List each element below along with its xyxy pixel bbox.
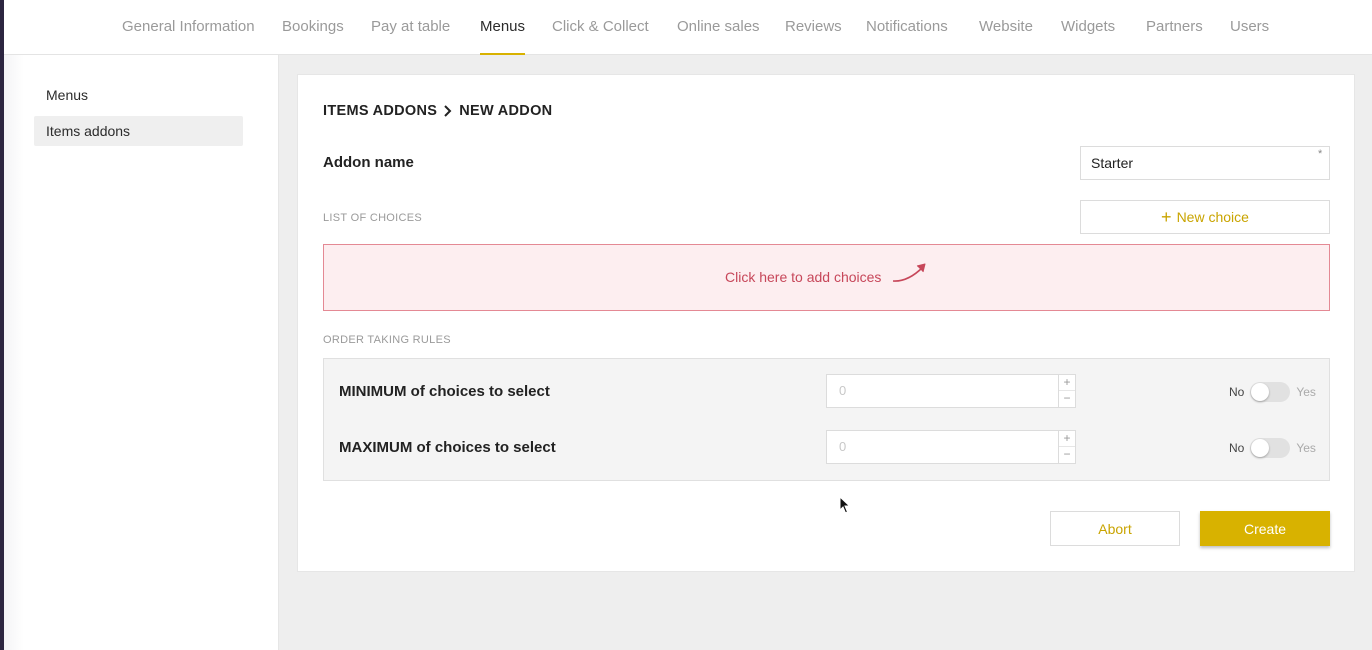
- toggle-knob: [1251, 383, 1270, 401]
- add-choices-hint: Click here to add choices: [725, 269, 882, 285]
- min-choices-value: 0: [839, 383, 847, 398]
- plus-icon[interactable]: +: [1059, 375, 1075, 391]
- min-choices-toggle-group: No Yes: [1229, 382, 1316, 402]
- sidebar: Menus Items addons: [24, 55, 279, 650]
- max-choices-toggle-group: No Yes: [1229, 438, 1316, 458]
- new-choice-button[interactable]: + New choice: [1080, 200, 1330, 234]
- tab-menus[interactable]: Menus: [480, 0, 526, 55]
- list-of-choices-title: LIST OF CHOICES: [323, 212, 423, 224]
- toggle-knob: [1251, 439, 1270, 457]
- breadcrumb-current: NEW ADDON: [459, 103, 553, 119]
- plus-icon[interactable]: +: [1059, 431, 1075, 447]
- tab-general-information[interactable]: General Information: [122, 0, 255, 55]
- breadcrumb-parent[interactable]: ITEMS ADDONS: [323, 103, 437, 119]
- tab-online-sales[interactable]: Online sales: [677, 0, 760, 55]
- plus-icon: +: [1161, 207, 1172, 227]
- curved-arrow-icon: [892, 263, 926, 282]
- tab-reviews[interactable]: Reviews: [785, 0, 842, 55]
- toggle-no-label: No: [1229, 441, 1245, 455]
- window-edge-shadow: [4, 0, 24, 650]
- addon-name-label: Addon name: [323, 154, 414, 171]
- min-choices-label: MINIMUM of choices to select: [339, 383, 550, 400]
- min-choices-input[interactable]: 0 + −: [826, 374, 1076, 408]
- mouse-cursor-icon: [839, 496, 851, 514]
- tab-partners[interactable]: Partners: [1146, 0, 1203, 55]
- new-choice-label: New choice: [1176, 209, 1249, 225]
- max-choices-input[interactable]: 0 + −: [826, 430, 1076, 464]
- tab-users[interactable]: Users: [1230, 0, 1269, 55]
- max-choices-toggle[interactable]: [1250, 438, 1291, 458]
- breadcrumb: ITEMS ADDONS NEW ADDON: [323, 101, 552, 121]
- toggle-no-label: No: [1229, 385, 1245, 399]
- tab-pay-at-table[interactable]: Pay at table: [371, 0, 450, 55]
- minus-icon[interactable]: −: [1059, 391, 1075, 407]
- toggle-yes-label: Yes: [1296, 441, 1316, 455]
- chevron-right-icon: [443, 105, 453, 117]
- minus-icon[interactable]: −: [1059, 447, 1075, 463]
- abort-button[interactable]: Abort: [1050, 511, 1180, 546]
- max-choices-stepper: + −: [1058, 431, 1075, 463]
- tab-click-and-collect[interactable]: Click & Collect: [552, 0, 649, 55]
- required-mark: *: [1318, 148, 1323, 160]
- toggle-yes-label: Yes: [1296, 385, 1316, 399]
- top-nav: General Information Bookings Pay at tabl…: [4, 0, 1372, 55]
- tab-website[interactable]: Website: [979, 0, 1033, 55]
- min-choices-toggle[interactable]: [1250, 382, 1291, 402]
- sidebar-item-menus[interactable]: Menus: [34, 80, 243, 110]
- tab-widgets[interactable]: Widgets: [1061, 0, 1115, 55]
- max-choices-label: MAXIMUM of choices to select: [339, 439, 556, 456]
- order-taking-rules-title: ORDER TAKING RULES: [323, 334, 451, 346]
- max-choices-value: 0: [839, 439, 847, 454]
- tab-bookings[interactable]: Bookings: [282, 0, 344, 55]
- create-button[interactable]: Create: [1200, 511, 1330, 546]
- min-choices-stepper: + −: [1058, 375, 1075, 407]
- addon-name-input[interactable]: [1080, 146, 1330, 180]
- tab-notifications[interactable]: Notifications: [866, 0, 948, 55]
- sidebar-item-items-addons[interactable]: Items addons: [34, 116, 243, 146]
